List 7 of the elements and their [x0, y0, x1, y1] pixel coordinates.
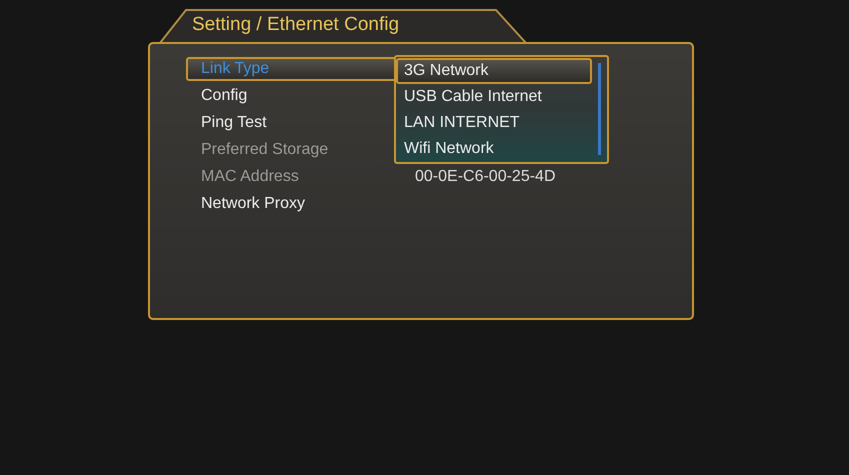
window-title: Setting / Ethernet Config: [192, 13, 400, 38]
menu-item[interactable]: Network Proxy: [186, 192, 590, 216]
dropdown-option[interactable]: USB Cable Internet: [396, 84, 592, 110]
mac-address-value: 00-0E-C6-00-25-4D: [415, 167, 556, 187]
dropdown-option[interactable]: LAN INTERNET: [396, 110, 592, 136]
dropdown-option[interactable]: 3G Network: [396, 58, 592, 84]
dropdown-option[interactable]: Wifi Network: [396, 136, 592, 162]
